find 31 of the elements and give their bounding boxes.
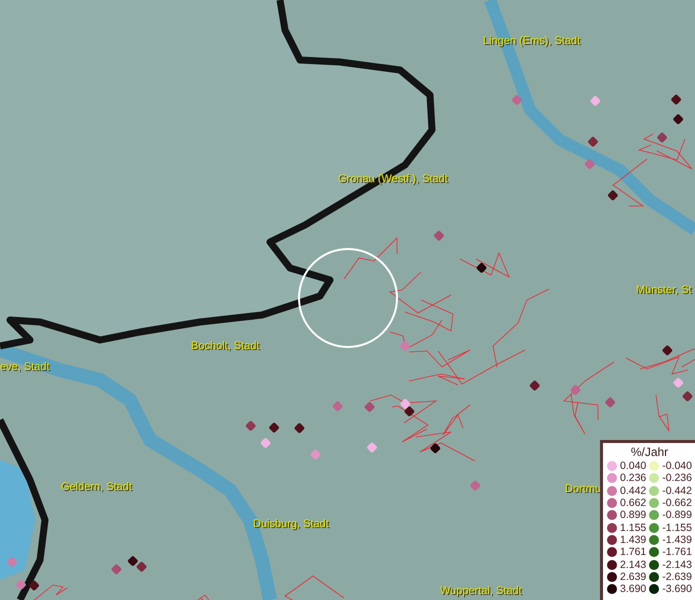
legend-value: 2.143 bbox=[620, 558, 646, 571]
legend-value: 0.899 bbox=[620, 509, 646, 522]
place-label: eve, Stadt bbox=[0, 361, 50, 373]
legend-value: -1.439 bbox=[662, 534, 692, 546]
legend-value: -0.662 bbox=[662, 497, 692, 510]
legend-value: -2.639 bbox=[662, 570, 692, 583]
legend-value: 0.236 bbox=[620, 472, 646, 484]
legend-value: 0.040 bbox=[620, 460, 646, 472]
legend-value: 1.155 bbox=[620, 522, 646, 534]
legend-value: -1.155 bbox=[662, 522, 692, 534]
place-label: Wuppertal, Stadt bbox=[440, 585, 522, 597]
place-label: Duisburg, Stadt bbox=[253, 518, 329, 530]
legend-value: 1.439 bbox=[620, 534, 646, 546]
place-label: Geldern, Stadt bbox=[61, 481, 132, 493]
legend-value: 0.662 bbox=[620, 497, 646, 510]
legend-value: 3.690 bbox=[620, 583, 646, 596]
legend-value: 1.761 bbox=[620, 546, 646, 558]
legend-value: -0.236 bbox=[662, 472, 692, 484]
place-label: Dortmu bbox=[565, 483, 602, 495]
place-label: Münster, St bbox=[636, 284, 692, 296]
legend-value: -0.040 bbox=[662, 460, 692, 472]
legend-value: 0.442 bbox=[620, 484, 646, 497]
legend-title: %/Jahr bbox=[630, 445, 670, 459]
legend-value: -2.143 bbox=[662, 558, 692, 571]
place-label: Bocholt, Stadt bbox=[191, 340, 260, 352]
legend-value: -0.899 bbox=[662, 509, 692, 522]
place-label: Lingen (Ems), Stadt bbox=[483, 35, 580, 47]
legend-value: -1.761 bbox=[662, 546, 692, 558]
legend-value: -0.442 bbox=[662, 484, 692, 497]
legend-value: -3.690 bbox=[662, 583, 692, 596]
legend-value: 2.639 bbox=[620, 570, 646, 583]
